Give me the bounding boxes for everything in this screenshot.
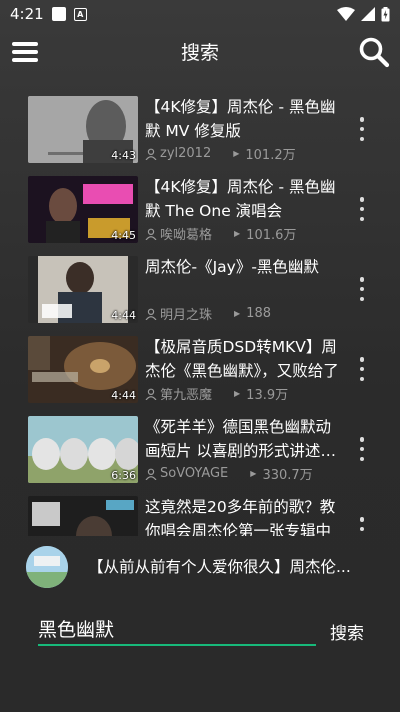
video-thumbnail: 6:36 bbox=[28, 416, 138, 483]
video-author: zyl2012 bbox=[160, 146, 212, 161]
video-thumbnail: 4:45 bbox=[28, 176, 138, 243]
video-views: 13.9万 bbox=[246, 388, 289, 403]
play-count-icon: ▶ bbox=[234, 309, 241, 318]
wifi-icon bbox=[337, 7, 355, 21]
user-icon bbox=[145, 468, 157, 480]
video-title: 《死羊羊》德国黑色幽默动画短片 以喜剧的形式讲述人性 bbox=[145, 418, 336, 460]
video-title: 这竟然是20多年前的歌？教你唱会周杰伦第一张专辑中 bbox=[145, 498, 336, 536]
video-thumbnail: 4:44 bbox=[28, 256, 138, 323]
signal-icon bbox=[361, 7, 375, 21]
now-playing-cover[interactable] bbox=[26, 546, 68, 588]
video-meta: 第九恶魔 ▶ 13.9万 bbox=[145, 384, 288, 403]
video-list[interactable]: 4:43 【4K修复】周杰伦 - 黑色幽默 MV 修复版 zyl2012 ▶ 1… bbox=[0, 90, 400, 536]
notification-square-icon bbox=[51, 7, 66, 21]
video-title: 周杰伦-《Jay》-黑色幽默 bbox=[145, 258, 319, 276]
video-meta: 明月之珠 ▶ 188 bbox=[145, 304, 271, 323]
video-thumbnail: 4:44 bbox=[28, 336, 138, 403]
more-options-icon[interactable] bbox=[358, 437, 366, 461]
play-count-icon: ▶ bbox=[233, 149, 240, 158]
video-views: 101.6万 bbox=[246, 228, 297, 243]
more-options-icon[interactable] bbox=[358, 517, 366, 536]
video-duration: 4:43 bbox=[111, 149, 136, 162]
video-title: 【4K修复】周杰伦 - 黑色幽默 The One 演唱会 bbox=[145, 178, 336, 220]
video-author: 第九恶魔 bbox=[160, 388, 213, 403]
video-duration: 6:36 bbox=[111, 469, 136, 482]
search-submit-button[interactable]: 搜索 bbox=[330, 619, 364, 644]
video-duration: 4:44 bbox=[111, 309, 136, 322]
video-title: 【4K修复】周杰伦 - 黑色幽默 MV 修复版 bbox=[145, 98, 336, 140]
video-item[interactable]: 这竟然是20多年前的歌？教你唱会周杰伦第一张专辑中 bbox=[0, 490, 400, 536]
user-icon bbox=[145, 148, 157, 160]
text-a-icon: A bbox=[73, 7, 87, 21]
video-thumbnail: 4:43 bbox=[28, 96, 138, 163]
video-duration: 4:45 bbox=[111, 229, 136, 242]
screen: 4:21 A 搜索 4:43 【4K修复】周杰伦 - 黑色幽默 MV 修复版 z… bbox=[0, 0, 400, 712]
search-input[interactable] bbox=[38, 612, 316, 646]
now-playing-title: 【从前从前有个人爱你很久】周杰伦... bbox=[88, 558, 351, 576]
video-title: 【极屌音质DSD转MKV】周杰伦《黑色幽默》，又败给了 bbox=[145, 338, 339, 380]
video-item[interactable]: 4:45 【4K修复】周杰伦 - 黑色幽默 The One 演唱会 唉呦葛格 ▶… bbox=[0, 170, 400, 250]
user-icon bbox=[145, 308, 157, 320]
play-count-icon: ▶ bbox=[250, 469, 257, 478]
battery-charging-icon bbox=[381, 6, 390, 21]
play-count-icon: ▶ bbox=[234, 389, 241, 398]
video-author: SoVOYAGE bbox=[160, 466, 229, 481]
video-meta: zyl2012 ▶ 101.2万 bbox=[145, 144, 296, 163]
now-playing-bar[interactable]: 【从前从前有个人爱你很久】周杰伦... bbox=[0, 540, 400, 596]
user-icon bbox=[145, 388, 157, 400]
play-count-icon: ▶ bbox=[234, 229, 241, 238]
video-thumbnail bbox=[28, 496, 138, 536]
video-author: 明月之珠 bbox=[160, 308, 213, 323]
video-meta: 唉呦葛格 ▶ 101.6万 bbox=[145, 224, 296, 243]
video-item[interactable]: 4:44 【极屌音质DSD转MKV】周杰伦《黑色幽默》，又败给了 第九恶魔 ▶ … bbox=[0, 330, 400, 410]
status-time: 4:21 bbox=[10, 5, 44, 23]
more-options-icon[interactable] bbox=[358, 277, 366, 301]
video-item[interactable]: 6:36 《死羊羊》德国黑色幽默动画短片 以喜剧的形式讲述人性 SoVOYAGE… bbox=[0, 410, 400, 490]
video-views: 330.7万 bbox=[262, 468, 313, 483]
video-item[interactable]: 4:43 【4K修复】周杰伦 - 黑色幽默 MV 修复版 zyl2012 ▶ 1… bbox=[0, 90, 400, 170]
more-options-icon[interactable] bbox=[358, 197, 366, 221]
search-icon[interactable] bbox=[358, 36, 390, 68]
top-bar: 搜索 bbox=[0, 28, 400, 76]
more-options-icon[interactable] bbox=[358, 357, 366, 381]
video-views: 188 bbox=[246, 306, 271, 321]
search-bar: 搜索 bbox=[0, 604, 400, 654]
video-meta: SoVOYAGE ▶ 330.7万 bbox=[145, 464, 313, 483]
video-duration: 4:44 bbox=[111, 389, 136, 402]
video-item[interactable]: 4:44 周杰伦-《Jay》-黑色幽默 明月之珠 ▶ 188 bbox=[0, 250, 400, 330]
user-icon bbox=[145, 228, 157, 240]
page-title: 搜索 bbox=[180, 42, 219, 64]
status-bar: 4:21 A bbox=[0, 0, 400, 28]
video-views: 101.2万 bbox=[245, 148, 296, 163]
more-options-icon[interactable] bbox=[358, 117, 366, 141]
video-author: 唉呦葛格 bbox=[160, 228, 213, 243]
